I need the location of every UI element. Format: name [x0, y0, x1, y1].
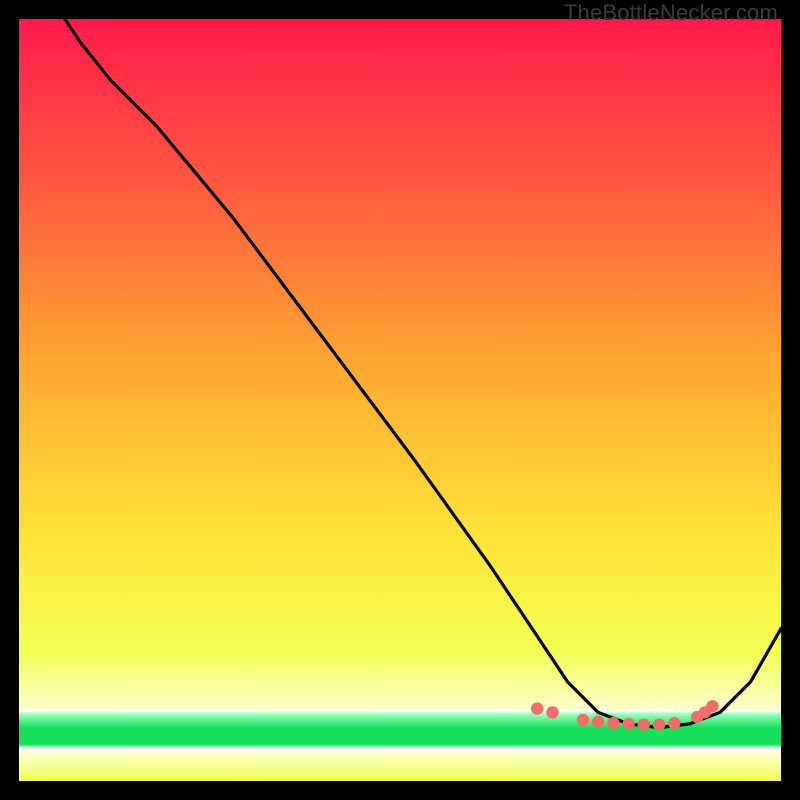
highlight-dot [577, 714, 589, 726]
watermark-text: TheBottleNecker.com [564, 0, 778, 26]
highlight-dot [653, 718, 665, 730]
highlight-dot [668, 717, 680, 729]
highlight-dot [622, 718, 634, 730]
highlight-dot [607, 717, 619, 729]
highlight-dot [592, 715, 604, 727]
highlight-dot [546, 706, 558, 718]
chart-frame [19, 19, 781, 781]
highlight-dot [531, 702, 543, 714]
chart-svg [19, 19, 781, 781]
highlight-dot [706, 700, 718, 712]
highlight-dot [638, 718, 650, 730]
gradient-bg [19, 19, 781, 781]
